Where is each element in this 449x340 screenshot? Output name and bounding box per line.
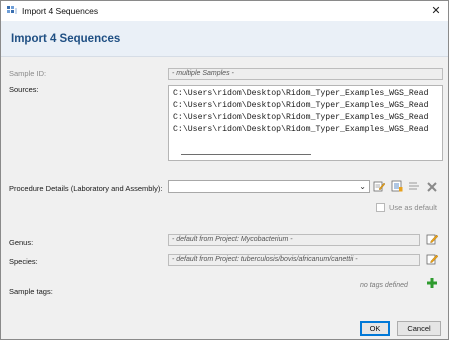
sample-id-field: - multiple Samples - [168,68,443,80]
procedure-label: Procedure Details (Laboratory and Assemb… [9,184,163,193]
import-sequences-dialog: Import 4 Sequences ✕ Import 4 Sequences … [0,0,449,340]
close-icon[interactable]: ✕ [428,3,444,19]
source-path-line: C:\Users\ridom\Desktop\Ridom_Typer_Examp… [173,89,429,98]
horizontal-scrollbar[interactable] [181,154,311,155]
edit-document-icon[interactable] [373,180,385,192]
genus-label: Genus: [9,238,34,247]
no-tags-text: no tags defined [360,282,408,289]
window-title: Import 4 Sequences [22,6,99,16]
ok-button[interactable]: OK [360,321,390,336]
sources-list[interactable]: C:\Users\ridom\Desktop\Ridom_Typer_Examp… [168,85,443,161]
use-as-default-label: Use as default [389,203,437,212]
sequence-app-icon [7,6,17,14]
manage-list-icon[interactable] [391,180,403,192]
sample-tags-label: Sample tags: [9,287,53,296]
clear-x-icon[interactable] [426,181,438,193]
sources-label: Sources: [9,85,39,94]
use-as-default-checkbox[interactable] [376,203,385,212]
chevron-down-icon[interactable]: ⌄ [359,182,366,191]
add-plus-icon[interactable] [426,277,438,289]
source-path-line: C:\Users\ridom\Desktop\Ridom_Typer_Examp… [173,113,429,122]
title-bar: Import 4 Sequences ✕ [1,1,448,21]
species-field: - default from Project: tuberculosis/bov… [168,254,420,266]
edit-pencil-icon[interactable] [426,253,438,265]
list-icon[interactable] [408,180,420,192]
dialog-header: Import 4 Sequences [1,21,448,57]
procedure-select[interactable]: ⌄ [168,180,370,193]
source-path-line: C:\Users\ridom\Desktop\Ridom_Typer_Examp… [173,125,429,134]
genus-field: - default from Project: Mycobacterium - [168,234,420,246]
source-path-line: C:\Users\ridom\Desktop\Ridom_Typer_Examp… [173,101,429,110]
cancel-button[interactable]: Cancel [397,321,441,336]
edit-pencil-icon[interactable] [426,233,438,245]
species-label: Species: [9,257,38,266]
sample-id-label: Sample ID: [9,69,47,78]
dialog-heading: Import 4 Sequences [11,33,121,45]
